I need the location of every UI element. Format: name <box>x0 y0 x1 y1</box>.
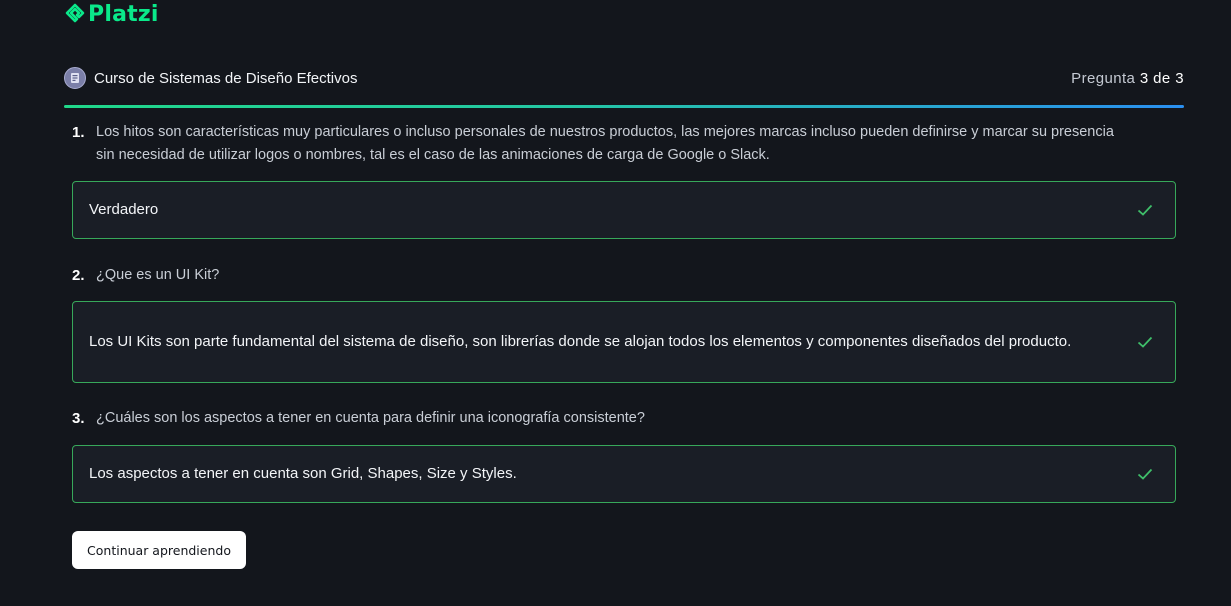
question-3: 3. ¿Cuáles son los aspectos a tener en c… <box>72 407 1132 430</box>
check-icon <box>1137 204 1153 216</box>
question-1: 1. Los hitos son características muy par… <box>72 121 1132 167</box>
question-text: ¿Que es un UI Kit? <box>96 267 220 283</box>
answer-3: Los aspectos a tener en cuenta son Grid,… <box>72 445 1176 503</box>
question-text: Los hitos son características muy partic… <box>96 124 1114 163</box>
check-icon <box>1137 468 1153 480</box>
course-title: Curso de Sistemas de Diseño Efectivos <box>94 69 358 87</box>
question-number: 2. <box>72 267 85 284</box>
progress-bar <box>64 105 1184 108</box>
platzi-logo[interactable]: Platzi <box>64 0 159 28</box>
quiz-header: Curso de Sistemas de Diseño Efectivos Pr… <box>64 64 1184 92</box>
answer-2: Los UI Kits son parte fundamental del si… <box>72 301 1176 383</box>
continue-learning-button[interactable]: Continuar aprendiendo <box>72 531 246 569</box>
question-counter: Pregunta 3 de 3 <box>1071 70 1184 87</box>
platzi-logo-text: Platzi <box>88 1 159 27</box>
counter-current: 3 <box>1139 69 1149 87</box>
answer-1: Verdadero <box>72 181 1176 239</box>
check-icon <box>1137 336 1153 348</box>
counter-of: de <box>1153 69 1171 87</box>
question-2: 2. ¿Que es un UI Kit? <box>72 264 1132 287</box>
platzi-logo-icon <box>65 3 85 23</box>
course-badge-icon <box>64 67 86 89</box>
question-number: 3. <box>72 410 85 427</box>
quiz-results-page: Platzi Curso de Sistemas de Diseño Efect… <box>0 0 1231 606</box>
answer-text: Los UI Kits son parte fundamental del si… <box>89 333 1072 350</box>
question-text: ¿Cuáles son los aspectos a tener en cuen… <box>96 410 645 426</box>
counter-total: 3 <box>1175 69 1184 87</box>
answer-text: Verdadero <box>89 201 159 218</box>
question-number: 1. <box>72 124 85 141</box>
course-info: Curso de Sistemas de Diseño Efectivos <box>64 67 357 89</box>
answer-text: Los aspectos a tener en cuenta son Grid,… <box>89 465 517 482</box>
counter-prefix: Pregunta <box>1071 69 1136 87</box>
